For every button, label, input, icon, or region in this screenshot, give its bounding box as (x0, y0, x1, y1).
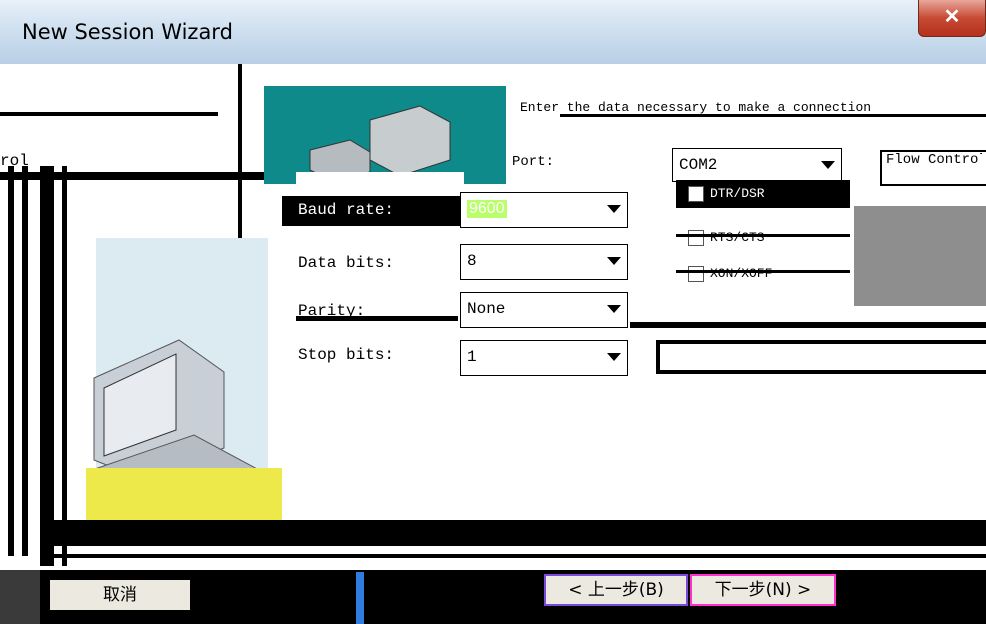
port-select[interactable]: COM2 (672, 148, 842, 182)
chevron-down-icon (607, 353, 621, 361)
port-value: COM2 (679, 156, 718, 174)
illustration-base (86, 468, 282, 522)
separator-line (40, 554, 986, 558)
instruction-text: Enter the data necessary to make a conne… (520, 100, 872, 115)
grey-block (854, 206, 986, 306)
next-button[interactable]: 下一步(N) > (690, 574, 836, 606)
dtr-checkbox[interactable] (688, 186, 704, 202)
stop-bits-label: Stop bits: (298, 346, 395, 364)
button-strip-edge (0, 570, 40, 624)
glitch-bar (676, 270, 850, 273)
close-icon: ✕ (943, 6, 961, 28)
data-bits-select[interactable]: 8 (460, 244, 628, 280)
chevron-down-icon (607, 257, 621, 265)
glitch-bar (296, 316, 458, 321)
glitch-column (62, 166, 67, 566)
section-rule (0, 112, 218, 116)
glitch-bar (656, 340, 660, 374)
chevron-down-icon (607, 205, 621, 213)
back-button[interactable]: < 上一步(B) (544, 574, 688, 606)
parity-select[interactable]: None (460, 292, 628, 328)
cancel-button[interactable]: 取消 (48, 578, 192, 612)
xon-checkbox[interactable] (688, 266, 704, 282)
glitch-bar (658, 370, 986, 374)
accent-bar (356, 572, 364, 624)
baud-rate-label: Baud rate: (298, 201, 395, 219)
parity-value: None (467, 300, 506, 318)
window-title: New Session Wizard (22, 20, 233, 44)
rts-checkbox[interactable] (688, 230, 704, 246)
dtr-label: DTR/DSR (710, 186, 765, 201)
baud-rate-select[interactable]: 9600 (460, 192, 628, 228)
xon-label: XON/XOFF (710, 266, 773, 281)
header-image-overlap (296, 172, 464, 186)
stop-bits-select[interactable]: 1 (460, 340, 628, 376)
flow-control-label: Flow Control (886, 152, 982, 168)
baud-rate-value: 9600 (467, 200, 507, 218)
port-label: Port: (512, 154, 555, 170)
glitch-column (22, 166, 28, 556)
glitch-bar (560, 114, 986, 117)
chevron-down-icon (821, 161, 835, 169)
glitch-bar (630, 322, 986, 328)
rts-label: RTS/CTS (710, 230, 765, 245)
glitch-bar (658, 340, 986, 344)
close-button[interactable]: ✕ (918, 0, 986, 37)
glitch-bar (676, 234, 850, 237)
server-illustration (309, 105, 451, 180)
stop-bits-value: 1 (467, 348, 477, 366)
chevron-down-icon (607, 305, 621, 313)
separator-band (40, 520, 986, 546)
glitch-column (40, 166, 54, 566)
data-bits-value: 8 (467, 252, 477, 270)
glitch-column (8, 166, 14, 556)
data-bits-label: Data bits: (298, 254, 395, 272)
